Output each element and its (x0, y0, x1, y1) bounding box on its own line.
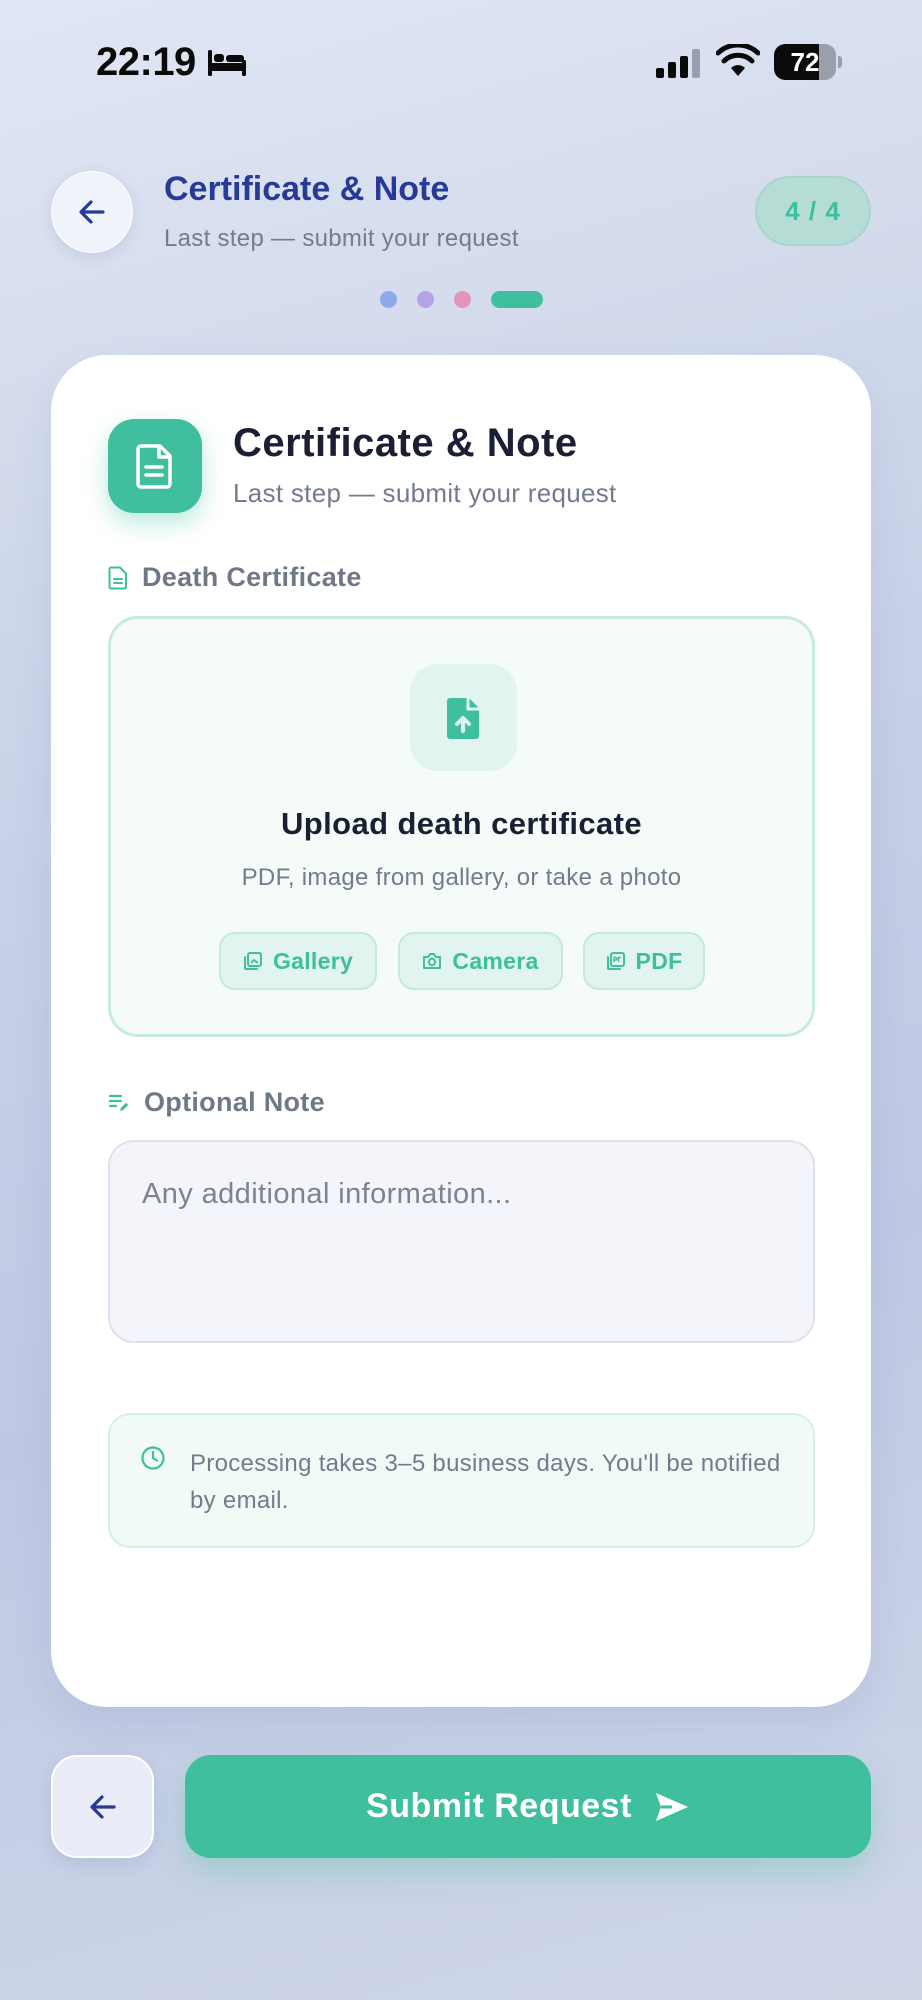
processing-info-text: Processing takes 3–5 business days. You'… (190, 1450, 781, 1514)
step-dot-4 (490, 291, 543, 308)
step-indicator (0, 291, 922, 309)
send-icon (655, 1792, 688, 1821)
status-time: 22:19 (96, 40, 196, 84)
step-dot-1 (379, 291, 397, 308)
wifi-icon (716, 44, 760, 76)
form-card: Certificate & Note Last step — submit yo… (51, 355, 871, 1707)
previous-step-button[interactable] (51, 1755, 154, 1858)
battery-icon: 72 (774, 44, 842, 80)
document-small-icon (108, 566, 127, 589)
note-label: Optional Note (144, 1087, 325, 1117)
note-section-label: Optional Note (108, 1087, 325, 1118)
status-bar: 22:19 72 (0, 0, 922, 125)
upload-subtitle: PDF, image from gallery, or take a photo (241, 864, 682, 891)
card-subtitle: Last step — submit your request (233, 478, 617, 508)
pdf-icon (606, 952, 625, 970)
arrow-left-icon (89, 1794, 116, 1819)
note-edit-icon (108, 1094, 129, 1111)
document-icon (108, 419, 202, 513)
submit-request-label: Submit Request (366, 1787, 632, 1825)
card-title: Certificate & Note (233, 421, 578, 465)
gallery-label: Gallery (272, 947, 354, 974)
step-dot-2 (416, 291, 434, 308)
clock-icon (141, 1446, 165, 1470)
gallery-button[interactable]: Gallery (219, 932, 377, 990)
camera-button[interactable]: Camera (398, 932, 563, 990)
step-dot-3 (453, 291, 471, 308)
battery-percent: 72 (790, 47, 820, 77)
certificate-section-label: Death Certificate (108, 562, 362, 593)
gallery-icon (243, 952, 262, 970)
note-textarea[interactable] (110, 1142, 813, 1341)
page-title: Certificate & Note (164, 170, 450, 208)
note-field-container (108, 1140, 815, 1343)
certificate-label: Death Certificate (142, 562, 362, 592)
arrow-left-icon (79, 200, 105, 224)
submit-request-button[interactable]: Submit Request (185, 1755, 871, 1858)
camera-label: Camera (452, 947, 539, 974)
processing-info-box: Processing takes 3–5 business days. You'… (108, 1413, 815, 1548)
step-badge: 4 / 4 (755, 176, 871, 246)
cellular-signal-icon (656, 49, 700, 78)
pdf-label: PDF (635, 947, 683, 974)
pdf-button[interactable]: PDF (583, 932, 705, 990)
camera-icon (423, 953, 442, 969)
file-upload-icon (410, 664, 517, 771)
upload-title: Upload death certificate (280, 806, 642, 841)
header-back-button[interactable] (51, 171, 133, 253)
bed-icon (208, 50, 246, 76)
upload-dropzone[interactable]: Upload death certificate PDF, image from… (108, 616, 815, 1037)
page-subtitle: Last step — submit your request (164, 225, 519, 252)
